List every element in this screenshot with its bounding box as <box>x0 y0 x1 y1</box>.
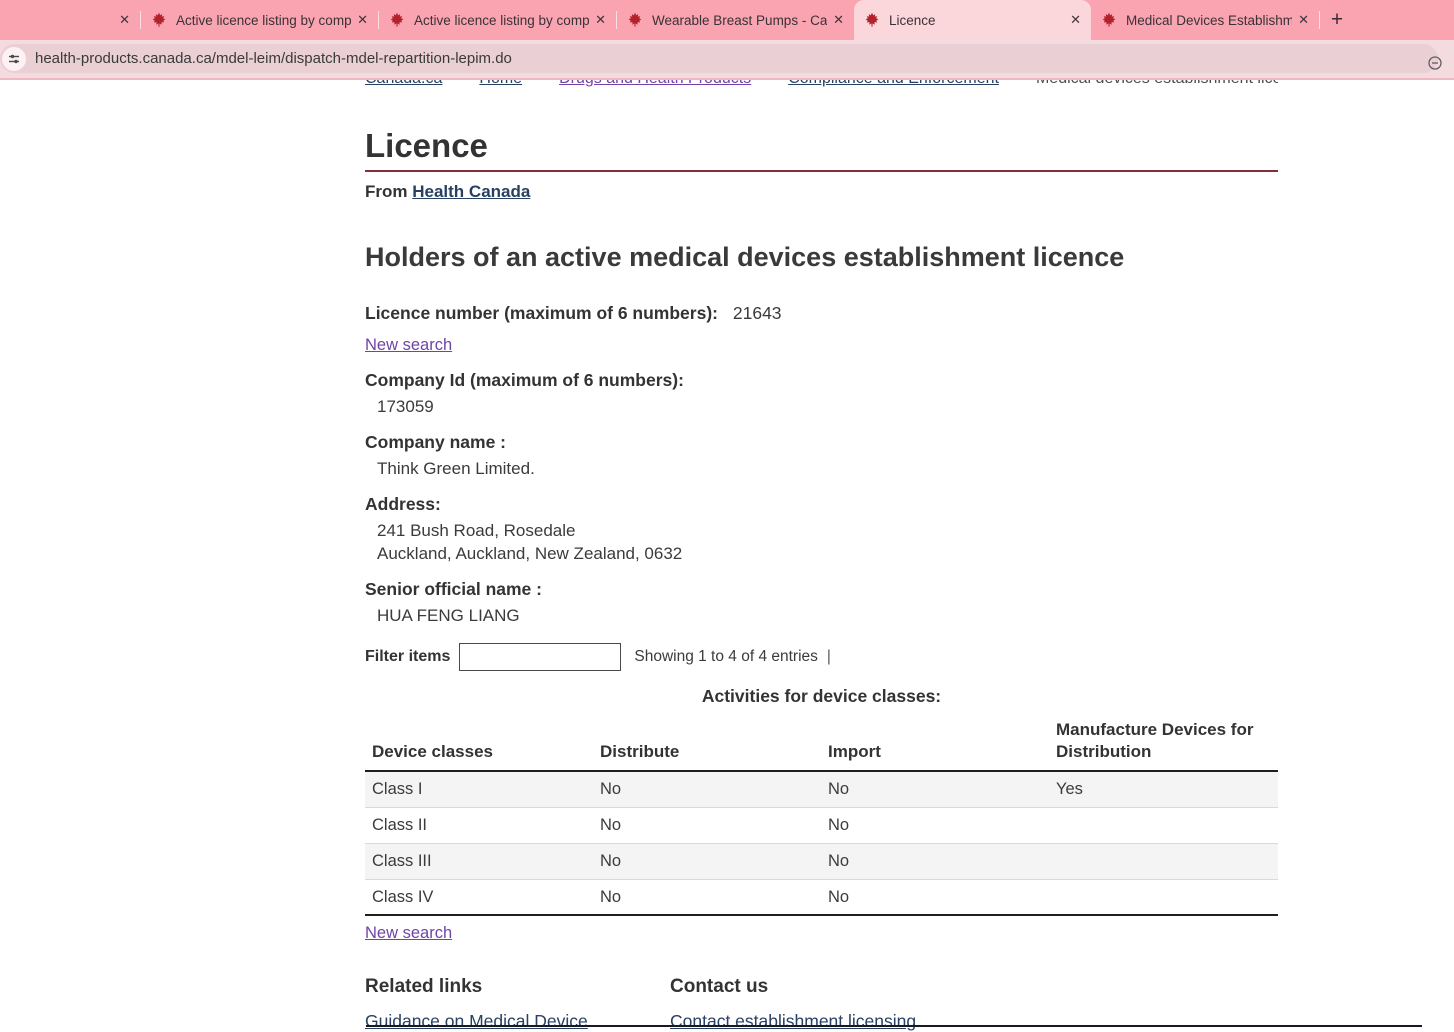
related-links-heading: Related links <box>365 976 670 998</box>
tab-close-icon[interactable]: ✕ <box>595 12 606 28</box>
maple-leaf-icon <box>627 12 643 28</box>
device-classes-table: Device classes Distribute Import Manufac… <box>365 719 1278 916</box>
maple-leaf-icon <box>389 12 405 28</box>
company-id-field: Company Id (maximum of 6 numbers): 17305… <box>365 369 1278 418</box>
page-title: Licence <box>365 128 1278 172</box>
tab-clipped[interactable]: ✕ <box>0 0 140 40</box>
site-settings-icon[interactable] <box>2 47 26 71</box>
maple-leaf-icon <box>1101 12 1117 28</box>
field-value: 173059 <box>377 395 1278 418</box>
table-cell: Class IV <box>365 888 593 907</box>
licence-number-value: 21643 <box>733 303 782 323</box>
field-value: 241 Bush Road, Rosedale <box>377 519 1278 542</box>
table-row: Class II No No <box>365 808 1278 844</box>
footer-divider <box>366 1025 1422 1027</box>
table-cell: No <box>593 888 821 907</box>
new-search-link-top[interactable]: New search <box>365 336 452 354</box>
maple-leaf-icon <box>151 12 167 28</box>
table-cell: Class III <box>365 852 593 871</box>
table-cell: Class II <box>365 816 593 835</box>
licence-number-label: Licence number (maximum of 6 numbers): <box>365 303 718 323</box>
tab-active-licence-listing-1[interactable]: Active licence listing by comp ✕ <box>141 0 378 40</box>
table-cell: No <box>593 816 821 835</box>
tab-active-licence-listing-2[interactable]: Active licence listing by comp ✕ <box>379 0 616 40</box>
tab-title: Active licence listing by comp <box>176 13 351 28</box>
field-value: HUA FENG LIANG <box>377 604 1278 627</box>
column-header: Distribute <box>593 741 821 763</box>
contact-establishment-licensing-link[interactable]: Contact establishment licensing <box>670 1011 916 1031</box>
new-search-bottom-row: New search <box>365 923 1278 944</box>
table-cell: Yes <box>1049 780 1278 799</box>
column-header: Manufacture Devices for Distribution <box>1049 719 1278 763</box>
breadcrumb-drugs-health-products[interactable]: Drugs and Health Products <box>559 80 751 88</box>
table-cell: No <box>593 780 821 799</box>
breadcrumb-canada-ca[interactable]: Canada.ca <box>365 80 442 88</box>
footer-links: Related links Guidance on Medical Device… <box>365 976 1278 1032</box>
url-text[interactable]: health-products.canada.ca/mdel-leim/disp… <box>35 50 512 67</box>
licence-number-line: Licence number (maximum of 6 numbers): 2… <box>365 302 1278 324</box>
tab-title: Licence <box>889 13 1064 28</box>
tab-close-icon[interactable]: ✕ <box>1298 12 1309 28</box>
filter-label: Filter items <box>365 648 450 666</box>
table-row: Class IV No No <box>365 880 1278 916</box>
guidance-medical-device-link[interactable]: Guidance on Medical Device <box>365 1011 588 1031</box>
table-row: Class III No No <box>365 844 1278 880</box>
tab-licence-active[interactable]: Licence ✕ <box>854 0 1091 40</box>
maple-leaf-icon <box>864 12 880 28</box>
table-cell: No <box>821 852 1049 871</box>
tab-wearable-breast-pumps[interactable]: Wearable Breast Pumps - Car ✕ <box>617 0 854 40</box>
tab-title: Medical Devices Establishme <box>1126 13 1292 28</box>
tab-close-icon[interactable]: ✕ <box>119 12 130 28</box>
tab-bar: ✕ Active licence listing by comp ✕ Activ… <box>0 0 1454 40</box>
tab-title: Active licence listing by comp <box>414 13 589 28</box>
company-name-field: Company name : Think Green Limited. <box>365 431 1278 480</box>
breadcrumb-current: Medical devices establishment licence li… <box>1036 80 1278 88</box>
filter-row: Filter items Showing 1 to 4 of 4 entries… <box>365 643 1278 671</box>
section-heading: Holders of an active medical devices est… <box>365 242 1278 272</box>
table-row: Class I No No Yes <box>365 772 1278 808</box>
filter-input[interactable] <box>459 643 621 671</box>
tab-close-icon[interactable]: ✕ <box>833 12 844 28</box>
column-header: Device classes <box>365 741 593 763</box>
table-cell: No <box>821 888 1049 907</box>
related-links-column: Related links Guidance on Medical Device <box>365 976 670 1032</box>
showing-entries-text: Showing 1 to 4 of 4 entries <box>634 648 818 666</box>
tab-title: Wearable Breast Pumps - Car <box>652 13 827 28</box>
table-caption: Activities for device classes: <box>365 685 1278 707</box>
url-bar: health-products.canada.ca/mdel-leim/disp… <box>0 40 1454 80</box>
breadcrumb-home[interactable]: Home <box>479 80 522 88</box>
field-label: Senior official name : <box>365 578 1278 600</box>
field-value: Think Green Limited. <box>377 457 1278 480</box>
contact-us-column: Contact us Contact establishment licensi… <box>670 976 916 1032</box>
address-field: Address: 241 Bush Road, Rosedale Aucklan… <box>365 493 1278 565</box>
from-label: From <box>365 182 408 201</box>
field-label: Address: <box>365 493 1278 515</box>
from-line: From Health Canada <box>365 181 1278 202</box>
breadcrumb: Canada.ca Home Drugs and Health Products… <box>365 80 1278 92</box>
omnibox[interactable]: health-products.canada.ca/mdel-leim/disp… <box>0 44 1438 73</box>
table-cell: No <box>821 816 1049 835</box>
table-header-row: Device classes Distribute Import Manufac… <box>365 719 1278 772</box>
new-search-link-bottom[interactable]: New search <box>365 924 452 942</box>
health-canada-link[interactable]: Health Canada <box>412 182 530 201</box>
zoom-out-icon[interactable] <box>1427 55 1443 76</box>
tab-close-icon[interactable]: ✕ <box>1070 12 1081 28</box>
new-search-top-row: New search <box>365 335 1278 356</box>
breadcrumb-compliance-enforcement[interactable]: Compliance and Enforcement <box>788 80 999 88</box>
tab-close-icon[interactable]: ✕ <box>357 12 368 28</box>
table-cell: No <box>593 852 821 871</box>
field-value: Auckland, Auckland, New Zealand, 0632 <box>377 542 1278 565</box>
page-content: Canada.ca Home Drugs and Health Products… <box>365 80 1278 1032</box>
table-cell: Class I <box>365 780 593 799</box>
field-label: Company Id (maximum of 6 numbers): <box>365 369 1278 391</box>
field-label: Company name : <box>365 431 1278 453</box>
contact-us-heading: Contact us <box>670 976 916 998</box>
table-cell: No <box>821 780 1049 799</box>
tab-medical-devices-establishment[interactable]: Medical Devices Establishme ✕ <box>1091 0 1319 40</box>
senior-official-field: Senior official name : HUA FENG LIANG <box>365 578 1278 627</box>
new-tab-button[interactable]: + <box>1320 0 1354 40</box>
column-header: Import <box>821 741 1049 763</box>
pager-separator: | <box>827 648 831 666</box>
